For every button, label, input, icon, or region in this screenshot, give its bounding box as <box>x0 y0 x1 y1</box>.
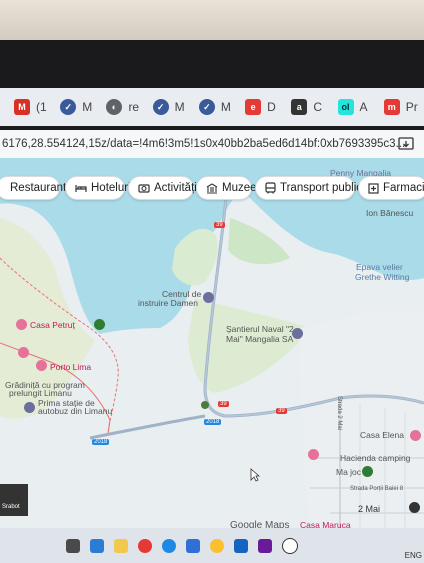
bus-stop-pin-icon[interactable] <box>24 402 35 413</box>
hotel-pin-icon[interactable] <box>410 430 421 441</box>
map-label-porto-lima[interactable]: Porto Lima <box>50 362 91 372</box>
browser-tab[interactable]: ✓ M <box>60 94 100 120</box>
browser-tab[interactable]: M (1 <box>14 94 54 120</box>
map-label-gradinita-2[interactable]: prelungit Limanu <box>9 388 72 398</box>
browser-tab[interactable]: ✓ M <box>152 94 193 120</box>
map-label-casa-maruca[interactable]: Casa Maruca <box>300 520 351 528</box>
folder-icon[interactable] <box>114 538 128 553</box>
mouse-cursor-icon <box>250 468 260 482</box>
map-canvas[interactable]: Penny Mangalia Ion Bănescu Epava velier … <box>0 158 424 528</box>
map-label-ma-joc[interactable]: Ma joc <box>336 467 361 477</box>
map-label-santierul-2[interactable]: Mai" Mangalia SA <box>226 334 293 344</box>
language-indicator[interactable]: ENG <box>405 551 422 560</box>
k-app-icon[interactable] <box>234 538 248 553</box>
road-badge: 39 <box>218 401 229 407</box>
app-icon[interactable] <box>186 538 200 553</box>
location-pin-icon[interactable] <box>409 502 420 513</box>
poi-pin-icon[interactable] <box>292 328 303 339</box>
map-label-strada-2-mai: Strada 2 Mai <box>336 395 343 431</box>
map-label-instruire[interactable]: instruire Damen <box>138 298 198 308</box>
map-label-epava[interactable]: Epava velier <box>356 262 403 272</box>
map-label-casa-petrut[interactable]: Casa Petruț <box>30 320 75 330</box>
browser-tab[interactable]: ✓ M <box>198 94 239 120</box>
chip-muzee[interactable]: Muzee <box>196 176 257 200</box>
bus-icon <box>265 182 276 194</box>
road-badge: 2018 <box>204 419 222 425</box>
map-label-2-mai[interactable]: 2 Mai <box>358 504 380 514</box>
app-icon[interactable] <box>138 538 152 553</box>
globe-icon: ◐ <box>106 99 123 115</box>
app-icon[interactable] <box>258 538 272 553</box>
camera-icon <box>138 184 150 193</box>
whatsapp-icon[interactable] <box>282 537 298 554</box>
teams-icon[interactable] <box>90 538 104 553</box>
map-label-casa-elena[interactable]: Casa Elena <box>360 430 404 440</box>
m-icon: m <box>383 99 400 115</box>
poi-pin-icon[interactable] <box>203 292 214 303</box>
map-label-grethe[interactable]: Grethe Witting <box>355 272 409 282</box>
browser-tab[interactable]: ol A <box>337 94 378 120</box>
taskbar <box>0 528 424 563</box>
url-text[interactable]: 6176,28.554124,15z/data=!4m6!3m5!1s0x40b… <box>2 138 405 150</box>
hotel-pin-icon[interactable] <box>308 449 319 460</box>
hotel-pin-icon[interactable] <box>36 360 47 371</box>
browser-tab[interactable]: aC <box>291 94 331 120</box>
hotel-pin-icon[interactable] <box>18 347 29 358</box>
chip-activitati[interactable]: Activități <box>128 176 197 200</box>
monitor-bezel <box>0 40 424 94</box>
chip-transport-public[interactable]: Transport public <box>255 176 362 200</box>
gmail-icon: M <box>14 99 30 115</box>
road-badge: 39 <box>276 408 287 414</box>
activity-pin-icon[interactable] <box>362 466 373 477</box>
app-icon: a <box>291 99 308 115</box>
browser-tab[interactable]: ◐ re <box>106 94 146 120</box>
shield-icon: ✓ <box>152 99 169 115</box>
map-label-ion-banescu: Ion Bănescu <box>366 208 414 218</box>
chip-farmacii[interactable]: Farmacii <box>358 176 424 200</box>
chrome-icon[interactable] <box>210 538 224 553</box>
olx-icon: ol <box>337 99 354 115</box>
chip-restaurante[interactable]: Restaurante <box>0 176 73 200</box>
museum-icon <box>206 182 218 194</box>
pharmacy-icon <box>368 182 379 194</box>
road-badge: 2018 <box>92 439 110 445</box>
download-icon[interactable] <box>398 136 414 152</box>
map-label-santierul-1[interactable]: Șantierul Naval "2 <box>226 324 294 334</box>
download-pin-icon[interactable] <box>94 319 105 330</box>
side-thumbnail[interactable]: Srabot <box>0 484 28 516</box>
emag-icon: e <box>245 99 262 115</box>
map-label-strada-portii: Strada Porții Baiei 8 <box>350 486 404 492</box>
browser-tab[interactable]: m Pr <box>383 94 424 120</box>
task-view-icon[interactable] <box>66 538 80 553</box>
address-bar[interactable]: 6176,28.554124,15z/data=!4m6!3m5!1s0x40b… <box>0 130 424 158</box>
road-badge: 39 <box>214 222 225 228</box>
hotel-pin-icon[interactable] <box>16 319 27 330</box>
filter-chip-row: Restaurante Hoteluri Activități Muzee Tr… <box>0 176 424 202</box>
chip-hoteluri[interactable]: Hoteluri <box>65 176 131 200</box>
shield-icon: ✓ <box>198 99 215 115</box>
edge-icon[interactable] <box>162 538 176 553</box>
browser-tab[interactable]: eD <box>245 94 285 120</box>
map-label-prima-2[interactable]: autobuz din Limanu <box>38 406 112 416</box>
shield-icon: ✓ <box>60 99 77 115</box>
browser-tab-strip: M (1 ✓ M ◐ re ✓ M ✓ M eD aC ol A m Pr <box>0 88 424 126</box>
bed-icon <box>75 185 87 192</box>
map-label-hacienda[interactable]: Hacienda camping <box>340 453 410 463</box>
